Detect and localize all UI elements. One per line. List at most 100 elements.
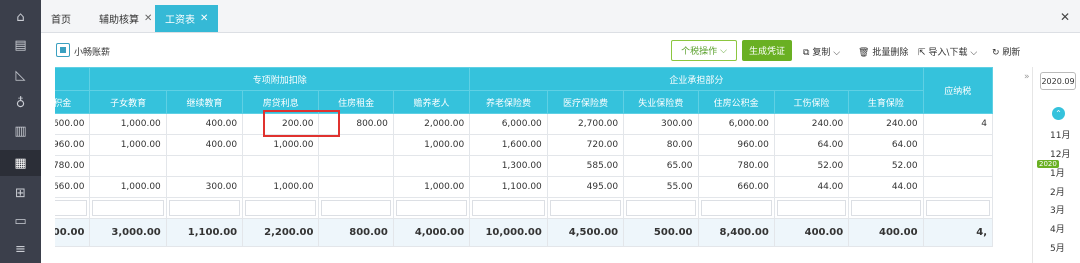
- table-cell[interactable]: 1,000.00: [392, 176, 471, 198]
- import-download-button[interactable]: ⇱ 导入\下载 ⌵: [918, 45, 977, 58]
- close-icon[interactable]: ✕: [144, 13, 152, 24]
- cell-input[interactable]: [626, 200, 696, 216]
- table-row[interactable]: 660.00 1,000.00 300.00 1,000.00 1,000.00 1,10…: [55, 176, 994, 198]
- cell-input[interactable]: [549, 200, 622, 216]
- month-item[interactable]: 4月: [1050, 222, 1065, 235]
- table-cell[interactable]: 960.00: [697, 134, 775, 156]
- input-cell[interactable]: [623, 197, 699, 219]
- copy-button[interactable]: ⧉ 复制 ⌵: [803, 45, 840, 58]
- column-header[interactable]: 医疗保险费: [546, 90, 625, 114]
- cell-input[interactable]: [92, 200, 164, 216]
- table-cell[interactable]: [922, 176, 994, 198]
- input-cell[interactable]: [89, 197, 167, 219]
- table-cell[interactable]: 240.00: [773, 113, 850, 135]
- close-icon[interactable]: ✕: [1060, 10, 1070, 24]
- table-cell[interactable]: 6,000.00: [469, 113, 548, 135]
- table-cell[interactable]: 300.00: [623, 113, 699, 135]
- table-cell[interactable]: 64.00: [773, 134, 850, 156]
- table-cell[interactable]: 52.00: [773, 155, 850, 177]
- stack-icon[interactable]: ≡: [0, 236, 41, 262]
- table-cell[interactable]: 1,300.00: [469, 155, 548, 177]
- table-cell[interactable]: 1,000.00: [89, 176, 167, 198]
- table-cell[interactable]: 780.00: [697, 155, 775, 177]
- table-cell[interactable]: 660.00: [55, 176, 91, 198]
- input-cell[interactable]: [546, 197, 625, 219]
- input-cell[interactable]: [922, 197, 994, 219]
- table-cell[interactable]: 4: [922, 113, 994, 135]
- table-cell[interactable]: 400.00: [165, 134, 244, 156]
- table-cell[interactable]: 64.00: [848, 134, 924, 156]
- cell-input[interactable]: [168, 200, 241, 216]
- input-cell[interactable]: [848, 197, 924, 219]
- table-cell[interactable]: 1,600.00: [469, 134, 548, 156]
- table-cell[interactable]: 585.00: [546, 155, 625, 177]
- input-row[interactable]: [55, 197, 994, 219]
- month-item[interactable]: 11月: [1050, 128, 1070, 141]
- cell-input[interactable]: [321, 200, 391, 216]
- table-cell[interactable]: [922, 155, 994, 177]
- table-cell[interactable]: 400.00: [165, 113, 244, 135]
- table-cell[interactable]: [165, 155, 244, 177]
- table-cell[interactable]: 80.00: [623, 134, 699, 156]
- collapse-icon[interactable]: »: [1024, 72, 1030, 82]
- tab-auxiliary[interactable]: 辅助核算 ✕: [89, 5, 162, 32]
- input-cell[interactable]: [392, 197, 471, 219]
- money-bag-icon[interactable]: ♁: [0, 90, 41, 116]
- table-cell[interactable]: 1,000.00: [392, 134, 471, 156]
- table-cell[interactable]: [89, 155, 167, 177]
- column-header[interactable]: 子女教育: [89, 90, 167, 114]
- tab-home[interactable]: 首页: [41, 5, 81, 32]
- shop-icon[interactable]: ⊞: [0, 180, 41, 206]
- column-header[interactable]: 生育保险: [848, 90, 924, 114]
- table-cell[interactable]: 44.00: [848, 176, 924, 198]
- input-cell[interactable]: [773, 197, 850, 219]
- table-cell[interactable]: [318, 134, 394, 156]
- month-item[interactable]: 2月: [1050, 185, 1065, 198]
- column-header[interactable]: 继续教育: [165, 90, 244, 114]
- column-header[interactable]: 工伤保险: [773, 90, 850, 114]
- table-cell[interactable]: 780.00: [55, 155, 91, 177]
- table-cell[interactable]: 2,000.00: [392, 113, 471, 135]
- column-header[interactable]: 失业保险费: [623, 90, 699, 114]
- table-cell[interactable]: 1,000.00: [242, 134, 320, 156]
- year-selector[interactable]: 2020.09: [1040, 72, 1076, 90]
- table-cell[interactable]: 55.00: [623, 176, 699, 198]
- cell-input[interactable]: [700, 200, 772, 216]
- table-cell[interactable]: [318, 176, 394, 198]
- tax-operation-button[interactable]: 个税操作 ⌵: [671, 40, 737, 61]
- table-cell[interactable]: [392, 155, 471, 177]
- input-cell[interactable]: [318, 197, 394, 219]
- column-header[interactable]: 公积金: [55, 90, 91, 114]
- table-row[interactable]: 3,600.001,000.00400.00200.00800.002,000.…: [55, 113, 994, 135]
- table-cell[interactable]: [922, 134, 994, 156]
- refresh-button[interactable]: ↻ 刷新: [992, 45, 1020, 58]
- table-cell[interactable]: 1,100.00: [469, 176, 548, 198]
- close-icon[interactable]: ✕: [200, 13, 208, 24]
- table-cell[interactable]: 240.00: [848, 113, 924, 135]
- scroll-up-icon[interactable]: ⌃: [1052, 107, 1065, 120]
- table-cell[interactable]: 495.00: [546, 176, 625, 198]
- month-item[interactable]: 12月: [1050, 147, 1070, 160]
- input-cell[interactable]: [55, 197, 91, 219]
- table-cell[interactable]: 300.00: [165, 176, 244, 198]
- home-icon[interactable]: ⌂: [0, 4, 41, 30]
- month-item[interactable]: 1月: [1050, 166, 1065, 179]
- table-cell[interactable]: 52.00: [848, 155, 924, 177]
- table-cell[interactable]: 1,000.00: [242, 176, 320, 198]
- book-icon[interactable]: ▥: [0, 118, 41, 144]
- input-cell[interactable]: [242, 197, 320, 219]
- column-header[interactable]: 养老保险费: [469, 90, 548, 114]
- payroll-icon[interactable]: ▦: [0, 150, 41, 176]
- monitor-icon[interactable]: ▭: [0, 208, 41, 234]
- table-cell[interactable]: [318, 155, 394, 177]
- input-cell[interactable]: [165, 197, 244, 219]
- cell-input[interactable]: [395, 200, 468, 216]
- table-cell[interactable]: 44.00: [773, 176, 850, 198]
- column-header[interactable]: 住房公积金: [697, 90, 775, 114]
- table-row[interactable]: 960.00 1,000.00 400.00 1,000.00 1,000.00 1,60…: [55, 134, 994, 156]
- cell-input[interactable]: [851, 200, 921, 216]
- document-icon[interactable]: ▤: [0, 32, 41, 58]
- table-cell[interactable]: 660.00: [697, 176, 775, 198]
- cell-input[interactable]: [776, 200, 847, 216]
- batch-delete-button[interactable]: 🗑 批量删除: [858, 45, 908, 58]
